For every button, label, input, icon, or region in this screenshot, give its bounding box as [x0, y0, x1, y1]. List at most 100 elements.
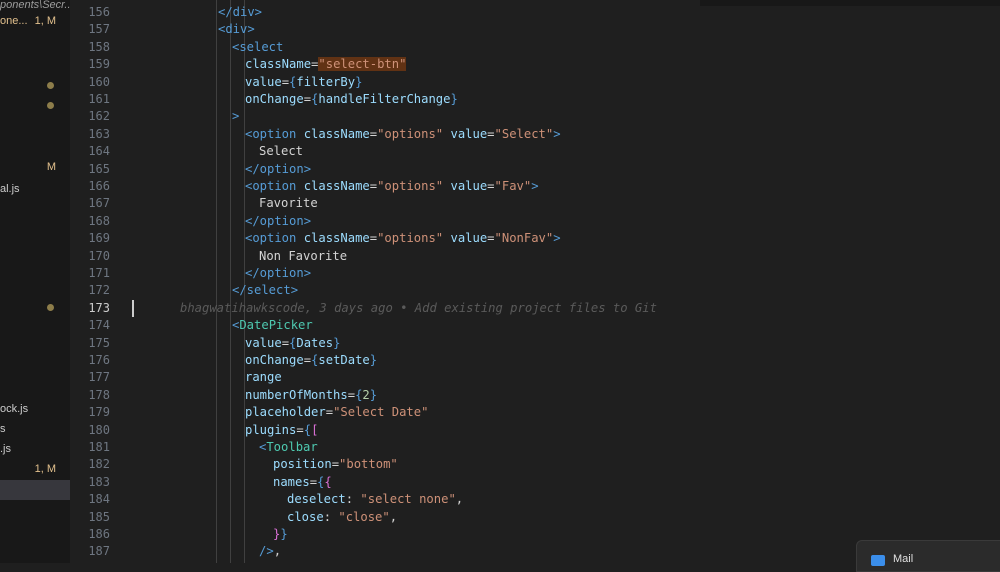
code-token: Favorite — [259, 196, 318, 211]
code-token: = — [296, 422, 304, 437]
code-line[interactable]: <select — [132, 39, 1000, 56]
code-line[interactable]: </option> — [132, 161, 1000, 178]
code-token: </div> — [218, 5, 263, 19]
line-number: 164 — [88, 144, 110, 159]
explorer-file[interactable]: .js — [0, 440, 70, 458]
explorer-file-modified[interactable]: one... 1, M — [0, 12, 70, 30]
code-token: , — [273, 544, 282, 559]
line-number: 171 — [88, 266, 110, 280]
code-token: "options" — [377, 126, 444, 141]
code-token: = — [331, 457, 340, 472]
code-line[interactable]: </option> — [132, 265, 1000, 282]
code-token: } — [369, 353, 378, 367]
code-token: = — [303, 92, 312, 106]
git-blame-annotation: bhagwatihawkscode, 3 days ago • Add exis… — [180, 300, 657, 315]
code-line[interactable]: <option className="options" value="Selec… — [132, 126, 1000, 143]
line-number: 160 — [88, 74, 110, 89]
code-line[interactable]: Select — [132, 143, 1000, 160]
code-token: = — [369, 231, 378, 246]
line-number: 156 — [88, 5, 110, 19]
modified-dot-icon — [47, 102, 54, 109]
line-number: 173 — [88, 300, 110, 315]
code-line[interactable]: onChange={setDate} — [132, 352, 1000, 369]
code-token: <option — [245, 179, 304, 193]
line-number: 184 — [88, 492, 110, 507]
code-line[interactable]: > — [132, 108, 1000, 125]
explorer-file[interactable]: al.js — [0, 180, 70, 198]
line-number: 174 — [88, 318, 110, 333]
explorer-file-selected[interactable] — [0, 480, 70, 500]
line-number: 167 — [88, 196, 110, 211]
code-line[interactable]: Non Favorite — [132, 248, 1000, 265]
line-number: 185 — [88, 509, 110, 524]
code-line[interactable]: plugins={[ — [132, 422, 1000, 439]
code-token: , — [455, 492, 464, 507]
code-token: = — [303, 353, 312, 367]
code-token: = — [487, 231, 495, 246]
line-number: 181 — [88, 440, 110, 454]
code-line[interactable]: onChange={handleFilterChange} — [132, 91, 1000, 108]
code-token: "close" — [338, 509, 390, 524]
code-token: } — [450, 92, 458, 106]
code-token: close — [287, 509, 324, 524]
code-token: onChange — [245, 353, 304, 367]
code-token: "bottom" — [339, 457, 398, 472]
code-token: } — [333, 335, 341, 350]
code-line[interactable]: position="bottom" — [132, 456, 1000, 473]
code-line-active[interactable]: bhagwatihawkscode, 3 days ago • Add exis… — [132, 299, 1000, 318]
code-token: value — [450, 126, 488, 141]
code-token: Non Favorite — [259, 248, 348, 263]
code-line[interactable]: <option className="options" value="NonFa… — [132, 230, 1000, 247]
mail-notification[interactable]: Mail — [856, 540, 1000, 572]
code-line[interactable]: value={filterBy} — [132, 74, 1000, 91]
code-token: = — [325, 405, 334, 420]
explorer-file[interactable]: ock.js — [0, 400, 70, 418]
code-token: /> — [259, 544, 274, 559]
code-token: > — [553, 231, 561, 246]
line-number: 157 — [88, 22, 110, 37]
code-line[interactable]: placeholder="Select Date" — [132, 404, 1000, 421]
code-token: value — [450, 231, 488, 246]
code-line[interactable]: names={{ — [132, 474, 1000, 491]
code-token: value — [245, 74, 282, 89]
code-line[interactable]: </select> — [132, 282, 1000, 299]
code-token: = — [309, 474, 318, 489]
code-line[interactable]: </div> — [132, 4, 1000, 21]
line-number: 168 — [88, 213, 110, 228]
code-line[interactable]: numberOfMonths={2} — [132, 387, 1000, 404]
line-number: 182 — [88, 457, 110, 472]
code-token: "select none" — [360, 492, 456, 507]
code-line[interactable]: <Toolbar — [132, 439, 1000, 456]
mail-icon — [871, 555, 885, 566]
code-token: numberOfMonths — [245, 387, 348, 402]
code-line[interactable]: </option> — [132, 213, 1000, 230]
line-number: 179 — [88, 405, 110, 420]
code-token: } — [355, 74, 363, 89]
code-line[interactable]: className="select-btn" — [132, 56, 1000, 73]
code-token: = — [281, 335, 290, 350]
code-token: = — [487, 126, 495, 141]
code-token: "Select" — [494, 126, 554, 141]
explorer-file-modified[interactable]: 1, M — [0, 460, 70, 478]
code-line[interactable]: deselect: "select none", — [132, 491, 1000, 508]
code-editor[interactable]: </div> <div> <select className="select-btn"… — [132, 0, 1000, 563]
code-token: value — [450, 179, 488, 193]
code-token: value — [245, 335, 282, 350]
code-line[interactable]: close: "close", — [132, 509, 1000, 526]
code-token: <option — [245, 126, 304, 141]
code-token: className — [245, 57, 312, 72]
code-line[interactable]: <DatePicker — [132, 317, 1000, 334]
code-line[interactable]: <option className="options" value="Fav"> — [132, 178, 1000, 195]
code-token: { — [303, 422, 312, 437]
explorer-badge-row[interactable]: M — [0, 158, 70, 176]
code-line[interactable]: value={Dates} — [132, 335, 1000, 352]
line-number: 172 — [88, 283, 110, 298]
code-token: = — [281, 74, 290, 89]
explorer-file[interactable]: s — [0, 420, 70, 438]
code-token: [ — [311, 422, 319, 437]
code-line[interactable]: <div> — [132, 21, 1000, 38]
code-line[interactable]: range — [132, 369, 1000, 386]
code-token: > — [553, 126, 561, 141]
code-line[interactable]: Favorite — [132, 195, 1000, 212]
code-token: > — [232, 109, 240, 124]
